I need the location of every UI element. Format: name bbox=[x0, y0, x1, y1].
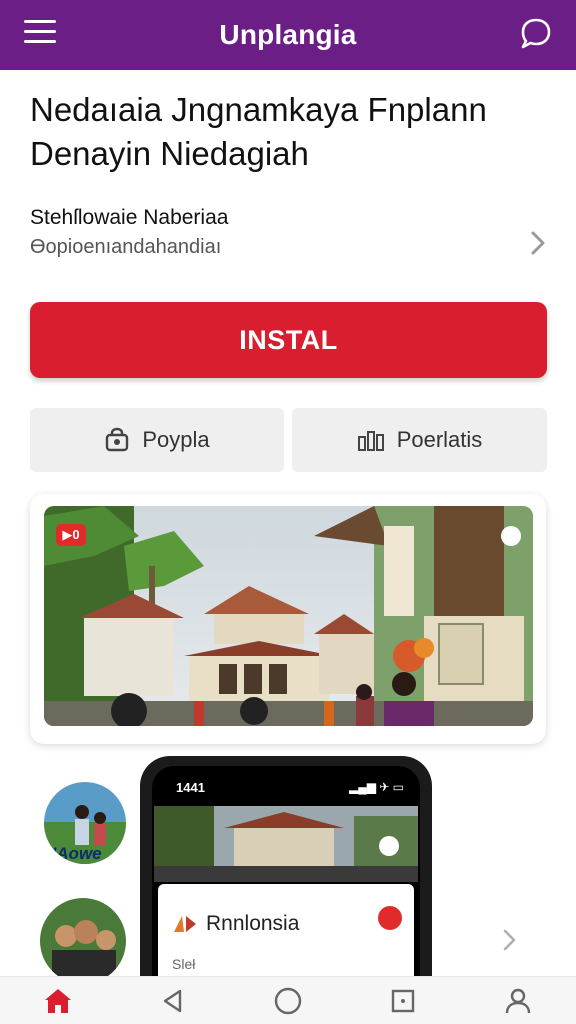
back-triangle-icon[interactable] bbox=[149, 979, 197, 1023]
brand-logo-icon bbox=[174, 916, 196, 932]
screenshot-photo: ▶0 bbox=[44, 506, 533, 726]
hamburger-menu-icon[interactable] bbox=[24, 20, 56, 48]
home-icon[interactable] bbox=[34, 979, 82, 1023]
thumbnail-1[interactable]: HAowe bbox=[44, 782, 126, 864]
person-icon[interactable] bbox=[494, 979, 542, 1023]
square-icon[interactable] bbox=[379, 979, 427, 1023]
phone-sheet-title: Rnnlonsia bbox=[206, 912, 300, 935]
circle-icon[interactable] bbox=[264, 979, 312, 1023]
status-icons: ▂▄▆ ✈ ▭ bbox=[348, 780, 404, 794]
video-badge: ▶0 bbox=[56, 524, 86, 546]
phone-mockup: 1441 ▂▄▆ ✈ ▭ Rnnlonsia Sleł bbox=[140, 756, 432, 996]
developer-row[interactable]: Stehſlowaie Naberiaa Ɵopioenıandahandiaı bbox=[30, 206, 550, 266]
headline-line-2: Denayin Niedagiah bbox=[30, 135, 309, 172]
install-button[interactable]: INSTAL bbox=[30, 302, 547, 378]
secondary-left-label: Poypla bbox=[142, 427, 210, 452]
app-headline: Nedaıaia Jngnamkaya Fnplann Denayin Nied… bbox=[30, 88, 550, 176]
phone-screen: 1441 ▂▄▆ ✈ ▭ Rnnlonsia Sleł bbox=[152, 766, 420, 996]
chevron-right-icon-2[interactable] bbox=[502, 928, 518, 952]
thumbnail-1-label: HAowe bbox=[44, 844, 102, 863]
bag-icon bbox=[106, 427, 129, 452]
secondary-button-left[interactable]: Poypla bbox=[30, 408, 284, 472]
app-title: Unplangia bbox=[219, 19, 357, 50]
top-app-bar: Unplangia bbox=[0, 0, 576, 70]
thumbnail-2[interactable] bbox=[40, 898, 126, 984]
secondary-right-label: Poerlatis bbox=[396, 427, 483, 452]
developer-name: Stehſlowaie Naberiaa bbox=[30, 206, 229, 229]
bottom-navigation bbox=[0, 976, 576, 1024]
secondary-button-right[interactable]: Poerlatis bbox=[292, 408, 547, 472]
chevron-right-icon bbox=[531, 231, 545, 255]
chart-bars-icon bbox=[357, 431, 384, 451]
screenshot-card[interactable]: ▶0 bbox=[30, 494, 546, 744]
phone-sheet-subtitle: Sleł bbox=[172, 956, 196, 972]
more-dot-icon[interactable] bbox=[501, 526, 521, 546]
notification-badge-icon bbox=[378, 906, 402, 930]
status-time: 1441 bbox=[176, 780, 205, 795]
developer-subtitle: Ɵopioenıandahandiaı bbox=[30, 236, 222, 258]
headline-line-1: Nedaıaia Jngnamkaya Fnplann bbox=[30, 91, 487, 128]
phone-preview-photo bbox=[154, 806, 418, 882]
chat-bubble-icon[interactable] bbox=[518, 16, 554, 52]
